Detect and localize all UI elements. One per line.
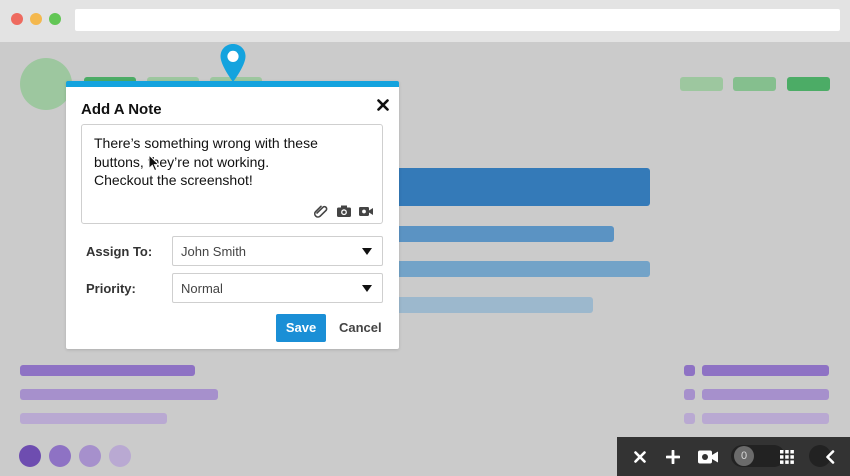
list-placeholder (702, 413, 829, 424)
plus-icon (666, 449, 680, 464)
video-icon[interactable] (358, 204, 374, 218)
list-placeholder (20, 365, 195, 376)
list-placeholder (20, 389, 218, 400)
assign-to-label: Assign To: (86, 244, 153, 259)
dialog-title: Add A Note (81, 101, 162, 118)
checkbox-placeholder (684, 413, 695, 424)
browser-chrome (0, 0, 850, 42)
list-placeholder (20, 413, 167, 424)
grid-icon (780, 449, 794, 464)
checkbox-placeholder (684, 365, 695, 376)
content-bar (380, 226, 614, 242)
checkbox-placeholder (684, 389, 695, 400)
content-bar (380, 261, 650, 277)
chevron-left-icon (826, 449, 835, 464)
note-tools (314, 204, 374, 218)
chevron-down-icon (362, 248, 372, 255)
list-placeholder (702, 389, 829, 400)
bottom-toolbar: 0 (617, 437, 850, 476)
header-button-placeholder (680, 77, 723, 91)
content-bar (380, 168, 650, 206)
window-maximize-dot[interactable] (49, 13, 61, 25)
list-placeholder (702, 365, 829, 376)
toolbar-record-button[interactable] (695, 437, 721, 476)
toolbar-collapse-button[interactable] (807, 437, 841, 476)
note-textarea[interactable]: There’s something wrong with these butto… (81, 124, 383, 224)
mouse-cursor-icon (148, 154, 160, 172)
save-button[interactable]: Save (276, 314, 326, 342)
close-icon (377, 99, 389, 111)
close-icon (634, 450, 646, 463)
priority-value: Normal (181, 281, 223, 296)
content-bar (380, 297, 593, 313)
camera-icon[interactable] (336, 204, 352, 218)
header-button-placeholder (787, 77, 830, 91)
attachment-icon[interactable] (314, 204, 330, 218)
window-close-dot[interactable] (11, 13, 23, 25)
cancel-button[interactable]: Cancel (339, 314, 382, 342)
avatar-placeholder (20, 58, 72, 110)
priority-select[interactable]: Normal (172, 273, 383, 303)
priority-label: Priority: (86, 281, 136, 296)
chevron-down-icon (362, 285, 372, 292)
video-icon (698, 450, 718, 463)
toolbar-add-button[interactable] (662, 437, 684, 476)
note-text: There’s something wrong with these butto… (94, 135, 318, 188)
window-minimize-dot[interactable] (30, 13, 42, 25)
toolbar-grid-button[interactable] (776, 437, 798, 476)
address-bar[interactable] (75, 9, 840, 31)
assign-to-select[interactable]: John Smith (172, 236, 383, 266)
footer-dot (19, 445, 41, 467)
toolbar-close-button[interactable] (629, 437, 651, 476)
assign-to-value: John Smith (181, 244, 247, 259)
close-button[interactable] (377, 94, 389, 116)
footer-dot (79, 445, 101, 467)
add-note-dialog: Add A Note There’s something wrong with … (66, 81, 399, 349)
counter-badge: 0 (734, 446, 754, 466)
header-button-placeholder (733, 77, 776, 91)
map-pin-icon[interactable] (219, 43, 247, 83)
footer-dot (49, 445, 71, 467)
footer-dot (109, 445, 131, 467)
